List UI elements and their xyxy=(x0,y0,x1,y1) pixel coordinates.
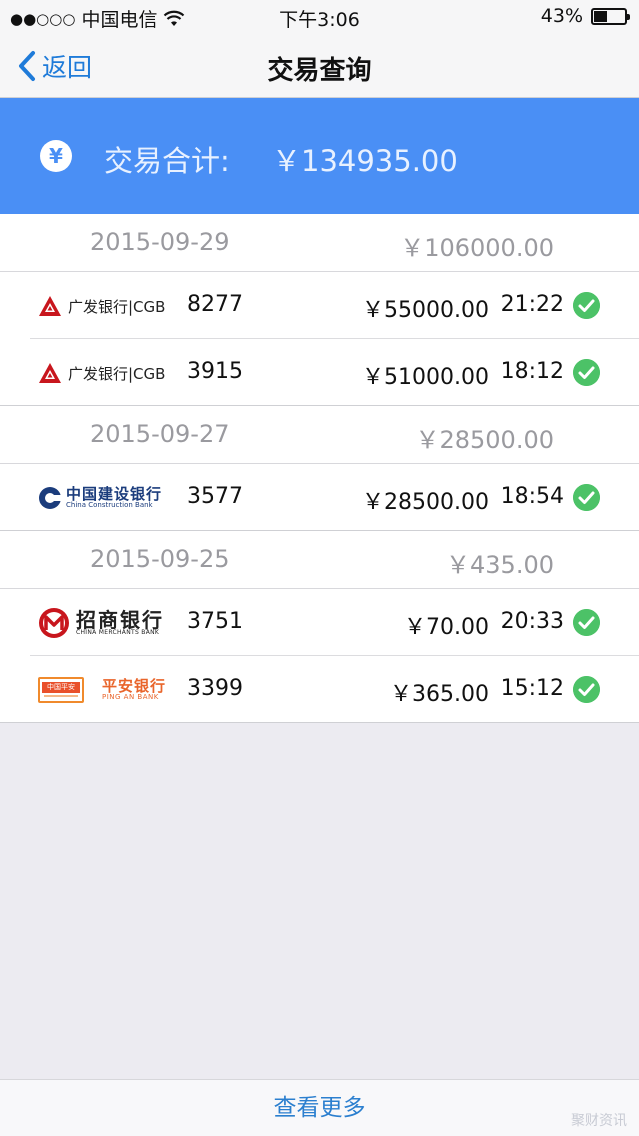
card-number: 3915 xyxy=(187,359,243,384)
date-group-header: 2015-09-25 ￥435.00 xyxy=(0,531,639,589)
transaction-row[interactable]: 广发银行|CGB 8277 ￥55000.00 21:22 xyxy=(0,272,639,339)
transaction-time: 20:33 xyxy=(500,609,564,634)
card-number: 3577 xyxy=(187,484,243,509)
transaction-amount: ￥51000.00 xyxy=(362,365,489,390)
bank-name-english: China Construction Bank xyxy=(66,501,153,509)
transaction-row[interactable]: 中国建设银行 China Construction Bank 3577 ￥285… xyxy=(0,464,639,531)
bank-logo-cgb: 广发银行|CGB xyxy=(38,290,178,322)
bank-name-english: CHINA MERCHANTS BANK xyxy=(76,629,160,636)
transaction-amount: ￥55000.00 xyxy=(362,298,489,323)
bank-logo-pingan: 中国平安 平安银行 PING AN BANK xyxy=(38,674,178,706)
group-subtotal: ￥28500.00 xyxy=(415,426,554,454)
total-label: 交易合计: xyxy=(104,144,230,178)
cgb-logo-icon xyxy=(39,363,61,383)
bank-name: 广发银行|CGB xyxy=(68,364,166,383)
status-bar: ●●○○○ 中国电信 下午3:06 43% xyxy=(0,0,639,34)
bank-name: 广发银行|CGB xyxy=(68,297,166,316)
battery-icon xyxy=(591,7,630,25)
group-date: 2015-09-25 xyxy=(90,545,230,573)
load-more-bar: 查看更多 聚财资讯 xyxy=(0,1079,639,1136)
checkmark-success-icon xyxy=(573,292,600,319)
checkmark-success-icon xyxy=(573,359,600,386)
yen-icon: ¥ xyxy=(40,140,72,172)
battery-percent: 43% xyxy=(540,5,583,27)
total-summary-banner: ¥ 交易合计: ￥134935.00 xyxy=(0,98,639,214)
card-number: 8277 xyxy=(187,292,243,317)
card-number: 3399 xyxy=(187,676,243,701)
transaction-row[interactable]: 中国平安 平安银行 PING AN BANK 3399 ￥365.00 15:1… xyxy=(0,656,639,723)
watermark: 聚财资讯 xyxy=(571,1113,627,1129)
transaction-time: 21:22 xyxy=(500,292,564,317)
date-group-header: 2015-09-29 ￥106000.00 xyxy=(0,214,639,272)
card-number: 3751 xyxy=(187,609,243,634)
transaction-time: 15:12 xyxy=(500,676,564,701)
date-group-header: 2015-09-27 ￥28500.00 xyxy=(0,406,639,464)
view-more-button[interactable]: 查看更多 xyxy=(274,1095,366,1121)
group-subtotal: ￥435.00 xyxy=(446,551,554,579)
bank-logo-cmb: 招商银行 CHINA MERCHANTS BANK xyxy=(38,607,178,639)
pingan-logo-icon: 中国平安 xyxy=(38,677,84,703)
cgb-logo-icon xyxy=(39,296,61,316)
transaction-time: 18:54 xyxy=(500,484,564,509)
navigation-bar: 返回 交易查询 xyxy=(0,34,639,98)
group-subtotal: ￥106000.00 xyxy=(400,234,554,262)
transaction-time: 18:12 xyxy=(500,359,564,384)
row-divider xyxy=(0,722,639,723)
transaction-row[interactable]: 广发银行|CGB 3915 ￥51000.00 18:12 xyxy=(0,339,639,406)
bank-name: 平安银行 xyxy=(102,677,167,695)
checkmark-success-icon xyxy=(573,609,600,636)
group-date: 2015-09-29 xyxy=(90,228,230,256)
bank-name-english: PING AN BANK xyxy=(102,693,159,701)
bank-name: 中国建设银行 xyxy=(66,485,163,503)
checkmark-success-icon xyxy=(573,676,600,703)
pingan-badge-text: 中国平安 xyxy=(42,682,80,693)
transaction-row[interactable]: 招商银行 CHINA MERCHANTS BANK 3751 ￥70.00 20… xyxy=(0,589,639,656)
checkmark-success-icon xyxy=(573,484,600,511)
cmb-logo-icon xyxy=(39,608,69,638)
transaction-amount: ￥28500.00 xyxy=(362,490,489,515)
transaction-amount: ￥365.00 xyxy=(390,682,489,707)
total-amount: ￥134935.00 xyxy=(272,144,458,178)
group-date: 2015-09-27 xyxy=(90,420,230,448)
bank-name: 招商银行 xyxy=(76,608,164,632)
transaction-amount: ￥70.00 xyxy=(404,615,489,640)
page-title: 交易查询 xyxy=(267,56,372,86)
ccb-logo-icon xyxy=(39,487,62,509)
bank-logo-cgb: 广发银行|CGB xyxy=(38,357,178,389)
transaction-list: 2015-09-29 ￥106000.00 广发银行|CGB 8277 ￥550… xyxy=(0,214,639,723)
bank-logo-ccb: 中国建设银行 China Construction Bank xyxy=(38,482,178,514)
